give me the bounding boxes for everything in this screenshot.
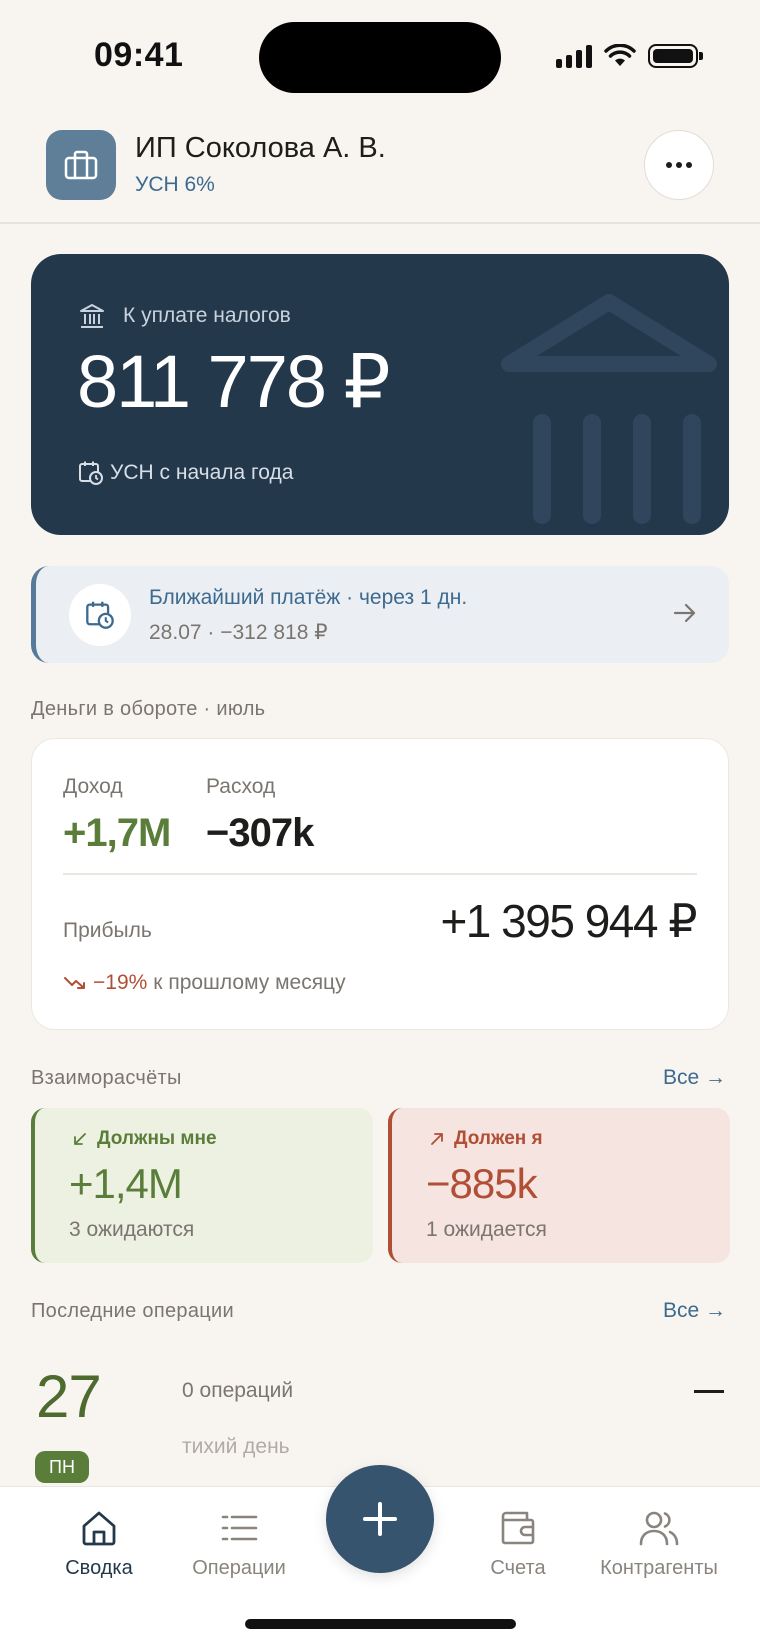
expense-value: −307k — [206, 811, 314, 855]
status-time: 09:41 — [94, 36, 184, 74]
income-value: +1,7M — [63, 811, 171, 855]
arrow-down-left-icon — [74, 1133, 86, 1145]
list-icon — [221, 1515, 258, 1541]
settlements-section-title: Взаиморасчёты — [31, 1067, 182, 1089]
status-icons — [556, 42, 703, 70]
add-operation-button[interactable] — [326, 1465, 434, 1573]
status-bar: 09:41 — [0, 0, 760, 110]
payment-icon-circle — [69, 584, 131, 646]
expense-label: Расход — [206, 775, 276, 798]
trend-percent: −19% — [93, 971, 148, 994]
more-horizontal-icon — [666, 162, 692, 168]
arrow-right-icon — [673, 603, 696, 623]
recent-ops-section-title: Последние операции — [31, 1300, 234, 1322]
tab-counterparties-label: Контрагенты — [600, 1557, 718, 1579]
i-owe-sub: 1 ожидается — [426, 1218, 547, 1241]
users-icon — [639, 1511, 679, 1546]
tab-summary-label: Сводка — [65, 1557, 133, 1579]
calendar-clock-icon — [86, 601, 114, 629]
divider — [63, 873, 697, 875]
money-section-title: Деньги в обороте · июль — [31, 698, 266, 720]
org-name[interactable]: ИП Соколова А. В. — [135, 132, 386, 165]
header: ИП Соколова А. В. УСН 6% — [0, 118, 760, 224]
tab-accounts[interactable]: Счета — [443, 1487, 593, 1597]
more-button[interactable] — [644, 130, 714, 200]
dynamic-island — [259, 22, 501, 93]
bank-watermark-icon — [501, 294, 717, 524]
wifi-icon — [604, 44, 636, 66]
profit-label: Прибыль — [63, 919, 152, 942]
ops-amount-dash — [694, 1390, 724, 1393]
tax-regime: УСН 6% — [135, 173, 215, 196]
owed-to-me-title: Должны мне — [97, 1128, 217, 1149]
plus-icon — [363, 1502, 397, 1536]
weekday-badge: ПН — [35, 1451, 89, 1483]
bank-icon — [80, 304, 104, 328]
next-payment-title: Ближайший платёж · через 1 дн. — [149, 586, 468, 609]
day-number: 27 — [36, 1363, 102, 1430]
tab-counterparties[interactable]: Контрагенты — [584, 1487, 734, 1597]
income-label: Доход — [63, 775, 123, 798]
owed-to-me-card[interactable]: Должны мне +1,4M 3 ожидаются — [31, 1108, 373, 1263]
briefcase-icon — [64, 150, 98, 180]
tab-summary[interactable]: Сводка — [24, 1487, 174, 1597]
settlements-see-all-link[interactable]: Все → — [663, 1066, 726, 1090]
tax-due-subtitle: УСН с начала года — [110, 461, 294, 484]
ops-note: тихий день — [182, 1435, 290, 1458]
owed-to-me-sub: 3 ожидаются — [69, 1218, 195, 1241]
profit-trend: −19% к прошлому месяцу — [63, 971, 346, 995]
home-indicator[interactable] — [245, 1619, 516, 1629]
tab-operations-label: Операции — [192, 1557, 286, 1579]
next-payment-banner[interactable]: Ближайший платёж · через 1 дн. 28.07 · −… — [31, 566, 729, 663]
profit-value: +1 395 944 ₽ — [440, 895, 697, 947]
ops-count: 0 операций — [182, 1379, 294, 1402]
next-payment-details: 28.07 · −312 818 ₽ — [149, 621, 328, 644]
tab-accounts-label: Счета — [490, 1557, 546, 1579]
arrow-up-right-icon — [431, 1133, 443, 1145]
trend-text: к прошлому месяцу — [153, 971, 346, 994]
wallet-icon — [501, 1511, 535, 1545]
trend-down-icon — [64, 977, 85, 989]
owed-to-me-value: +1,4M — [69, 1160, 183, 1207]
tax-due-label: К уплате налогов — [123, 304, 291, 327]
i-owe-title: Должен я — [454, 1128, 543, 1149]
money-card[interactable]: Доход Расход +1,7M −307k Прибыль +1 395 … — [31, 738, 729, 1030]
tab-operations[interactable]: Операции — [164, 1487, 314, 1597]
battery-icon — [648, 44, 703, 68]
org-avatar[interactable] — [46, 130, 116, 200]
calendar-clock-icon — [79, 461, 103, 485]
recent-ops-see-all-link[interactable]: Все → — [663, 1299, 726, 1323]
i-owe-card[interactable]: Должен я −885k 1 ожидается — [388, 1108, 730, 1263]
i-owe-value: −885k — [426, 1160, 538, 1207]
home-icon — [82, 1511, 116, 1546]
cellular-signal-icon — [556, 44, 592, 68]
tax-due-amount: 811 778 ₽ — [77, 340, 391, 423]
tax-due-card[interactable]: К уплате налогов 811 778 ₽ УСН с начала … — [31, 254, 729, 535]
